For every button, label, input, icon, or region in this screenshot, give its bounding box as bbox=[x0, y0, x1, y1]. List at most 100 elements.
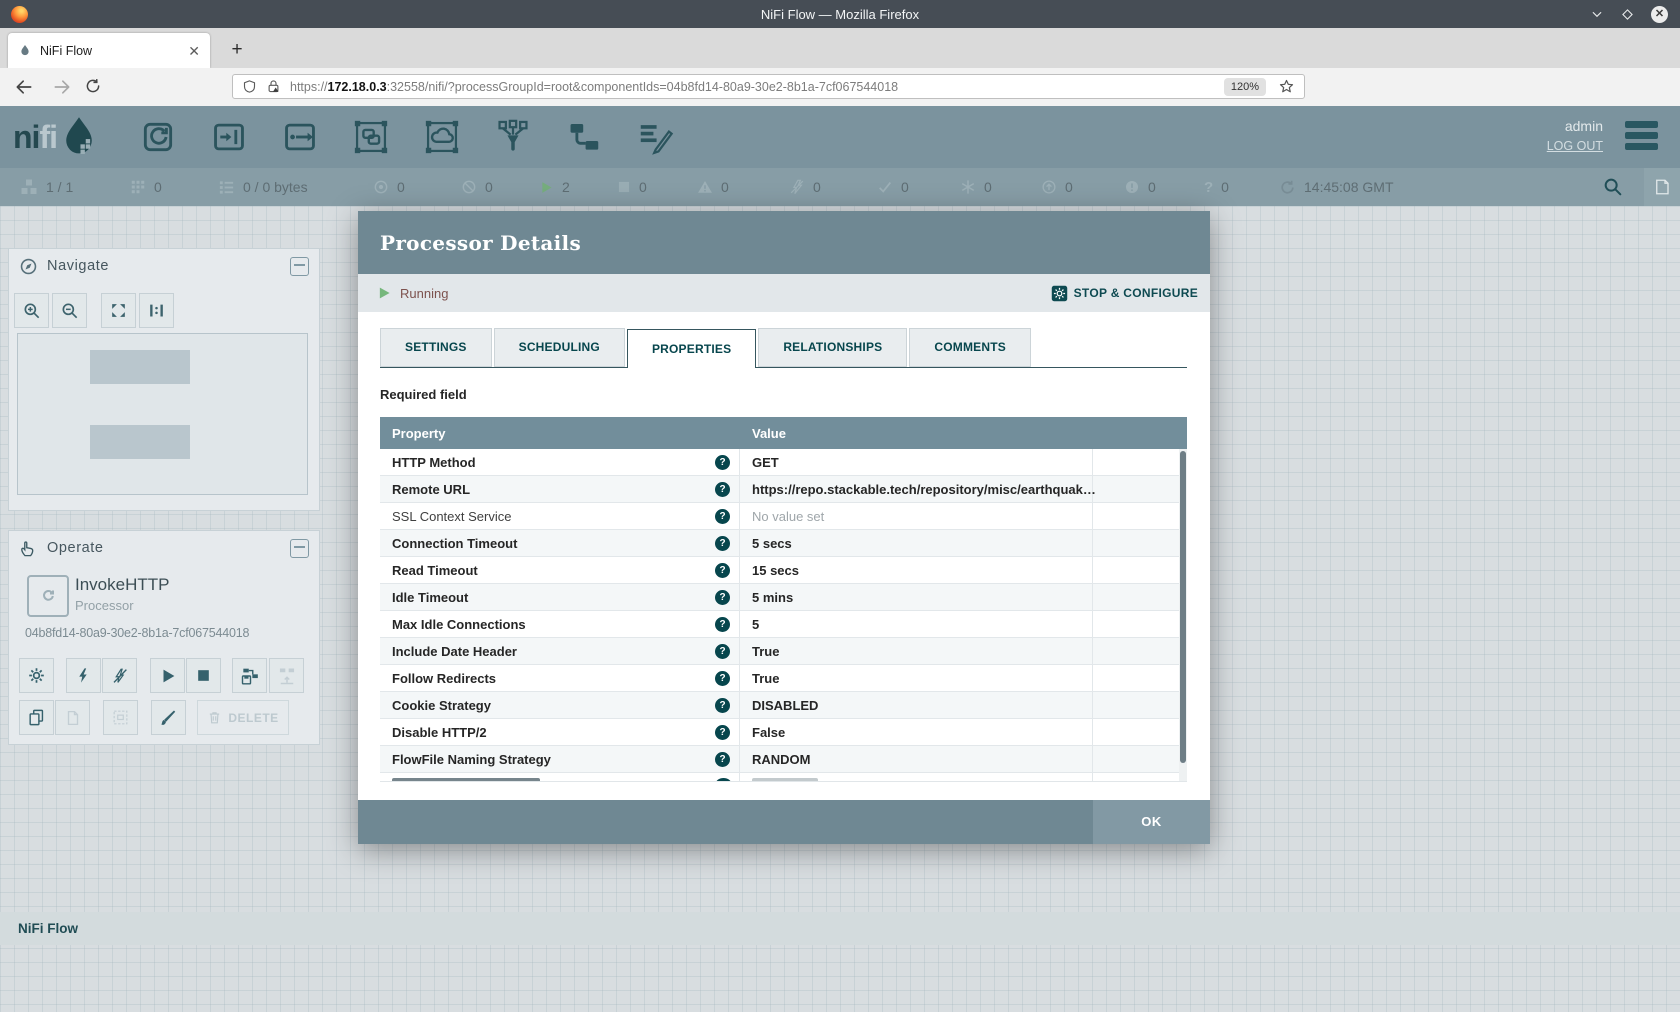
property-name: Cookie Strategy bbox=[392, 698, 715, 713]
help-icon[interactable]: ? bbox=[715, 455, 730, 470]
help-icon[interactable]: ? bbox=[715, 482, 730, 497]
property-row: Disable HTTP/2 ? False bbox=[380, 719, 1187, 746]
properties-table: Property Value HTTP Method ? GET Remote … bbox=[380, 417, 1187, 782]
copy-button[interactable] bbox=[19, 700, 54, 735]
start-button[interactable] bbox=[150, 658, 185, 693]
stop-and-configure-button[interactable]: STOP & CONFIGURE bbox=[1051, 285, 1198, 302]
trash-icon bbox=[207, 710, 222, 725]
property-name: Include Date Header bbox=[392, 644, 715, 659]
configure-button[interactable] bbox=[19, 658, 54, 693]
selected-component-id: 04b8fd14-80a9-30e2-8b1a-7cf067544018 bbox=[25, 626, 249, 640]
property-name: Max Idle Connections bbox=[392, 617, 715, 632]
property-name: Connection Timeout bbox=[392, 536, 715, 551]
property-row: Max Idle Connections ? 5 bbox=[380, 611, 1187, 638]
property-name: Read Timeout bbox=[392, 563, 715, 578]
paste-button bbox=[55, 700, 90, 735]
help-icon[interactable]: ? bbox=[715, 752, 730, 767]
navigate-title: Navigate bbox=[47, 258, 281, 274]
tab-comments[interactable]: COMMENTS bbox=[909, 328, 1031, 367]
ok-button[interactable]: OK bbox=[1093, 800, 1210, 844]
nifi-favicon bbox=[18, 43, 32, 58]
hand-icon bbox=[19, 539, 38, 558]
scrollbar-thumb[interactable] bbox=[1180, 451, 1186, 763]
dialog-title: Processor Details bbox=[380, 231, 581, 255]
help-icon[interactable]: ? bbox=[715, 590, 730, 605]
disable-button[interactable] bbox=[102, 658, 137, 693]
help-icon[interactable]: ? bbox=[715, 617, 730, 632]
zoom-out-button[interactable] bbox=[52, 293, 87, 328]
help-icon[interactable]: ? bbox=[715, 644, 730, 659]
property-name: HTTP Method bbox=[392, 455, 715, 470]
minimize-icon[interactable] bbox=[1590, 7, 1604, 21]
stop-configure-gear-icon bbox=[1051, 285, 1068, 302]
property-value: 5 secs bbox=[752, 536, 792, 551]
property-value: 15 secs bbox=[752, 563, 799, 578]
property-value: RANDOM bbox=[752, 752, 811, 767]
property-value: DISABLED bbox=[752, 698, 818, 713]
forward-icon[interactable] bbox=[52, 77, 72, 97]
url-text: https://172.18.0.3:32558/nifi/?processGr… bbox=[290, 80, 1224, 94]
tab-title: NiFi Flow bbox=[40, 44, 188, 58]
zoom-fit-button[interactable] bbox=[101, 293, 136, 328]
tab-scheduling[interactable]: SCHEDULING bbox=[494, 328, 625, 367]
property-name: FlowFile Naming Strategy bbox=[392, 752, 715, 767]
help-icon[interactable]: ? bbox=[715, 509, 730, 524]
tab-properties[interactable]: PROPERTIES bbox=[627, 329, 756, 368]
maximize-icon[interactable] bbox=[1621, 8, 1634, 21]
back-icon[interactable] bbox=[14, 77, 34, 97]
dialog-status-row: Running STOP & CONFIGURE bbox=[358, 274, 1210, 312]
close-window-icon[interactable]: ✕ bbox=[1651, 6, 1668, 23]
birdseye-minimap[interactable] bbox=[17, 333, 308, 495]
property-value: True bbox=[752, 644, 779, 659]
operate-panel: Operate InvokeHTTP Processor 04b8fd14-80… bbox=[8, 530, 320, 745]
create-template-button[interactable] bbox=[232, 658, 267, 693]
properties-table-header: Property Value bbox=[380, 417, 1187, 449]
help-icon[interactable]: ? bbox=[715, 536, 730, 551]
help-icon[interactable]: ? bbox=[715, 725, 730, 740]
operate-title: Operate bbox=[47, 540, 281, 556]
property-name: Idle Timeout bbox=[392, 590, 715, 605]
browser-tab[interactable]: NiFi Flow ✕ bbox=[8, 33, 210, 68]
enable-button[interactable] bbox=[66, 658, 101, 693]
fill-color-button[interactable] bbox=[151, 700, 186, 735]
collapse-navigate-icon[interactable] bbox=[290, 257, 309, 276]
help-icon[interactable]: ? bbox=[715, 563, 730, 578]
url-bar[interactable]: https://172.18.0.3:32558/nifi/?processGr… bbox=[232, 74, 1305, 99]
zoom-in-button[interactable] bbox=[14, 293, 49, 328]
reload-icon[interactable] bbox=[84, 77, 102, 95]
property-row: Read Timeout ? 15 secs bbox=[380, 557, 1187, 584]
property-value: 5 mins bbox=[752, 590, 793, 605]
required-field-label: Required field bbox=[380, 387, 1187, 402]
property-row: Connection Timeout ? 5 secs bbox=[380, 530, 1187, 557]
help-icon[interactable]: ? bbox=[715, 671, 730, 686]
dialog-footer: OK bbox=[358, 800, 1210, 844]
selected-component-icon bbox=[27, 575, 69, 617]
lock-warning-icon[interactable] bbox=[266, 79, 281, 94]
property-row: Include Date Header ? True bbox=[380, 638, 1187, 665]
property-row: Follow Redirects ? True bbox=[380, 665, 1187, 692]
clipped-property-row bbox=[380, 773, 1187, 781]
stop-button[interactable] bbox=[186, 658, 221, 693]
property-name: SSL Context Service bbox=[392, 509, 715, 524]
property-row: FlowFile Naming Strategy ? RANDOM bbox=[380, 746, 1187, 773]
property-name: Follow Redirects bbox=[392, 671, 715, 686]
property-row: Remote URL ? https://repo.stackable.tech… bbox=[380, 476, 1187, 503]
property-name: Disable HTTP/2 bbox=[392, 725, 715, 740]
tracking-shield-icon[interactable] bbox=[242, 79, 257, 94]
property-value: True bbox=[752, 671, 779, 686]
zoom-actual-size-button[interactable] bbox=[139, 293, 174, 328]
group-button bbox=[103, 700, 138, 735]
compass-icon bbox=[19, 257, 38, 276]
property-value: False bbox=[752, 725, 785, 740]
tab-relationships[interactable]: RELATIONSHIPS bbox=[758, 328, 907, 367]
tab-settings[interactable]: SETTINGS bbox=[380, 328, 492, 367]
running-status-icon bbox=[378, 286, 391, 300]
running-status-label: Running bbox=[400, 286, 448, 301]
collapse-operate-icon[interactable] bbox=[290, 539, 309, 558]
help-icon[interactable]: ? bbox=[715, 698, 730, 713]
new-tab-button[interactable]: + bbox=[224, 37, 250, 63]
table-scrollbar[interactable] bbox=[1179, 449, 1187, 781]
zoom-level-badge[interactable]: 120% bbox=[1224, 78, 1266, 96]
bookmark-star-icon[interactable] bbox=[1278, 78, 1295, 95]
close-tab-icon[interactable]: ✕ bbox=[188, 44, 200, 58]
